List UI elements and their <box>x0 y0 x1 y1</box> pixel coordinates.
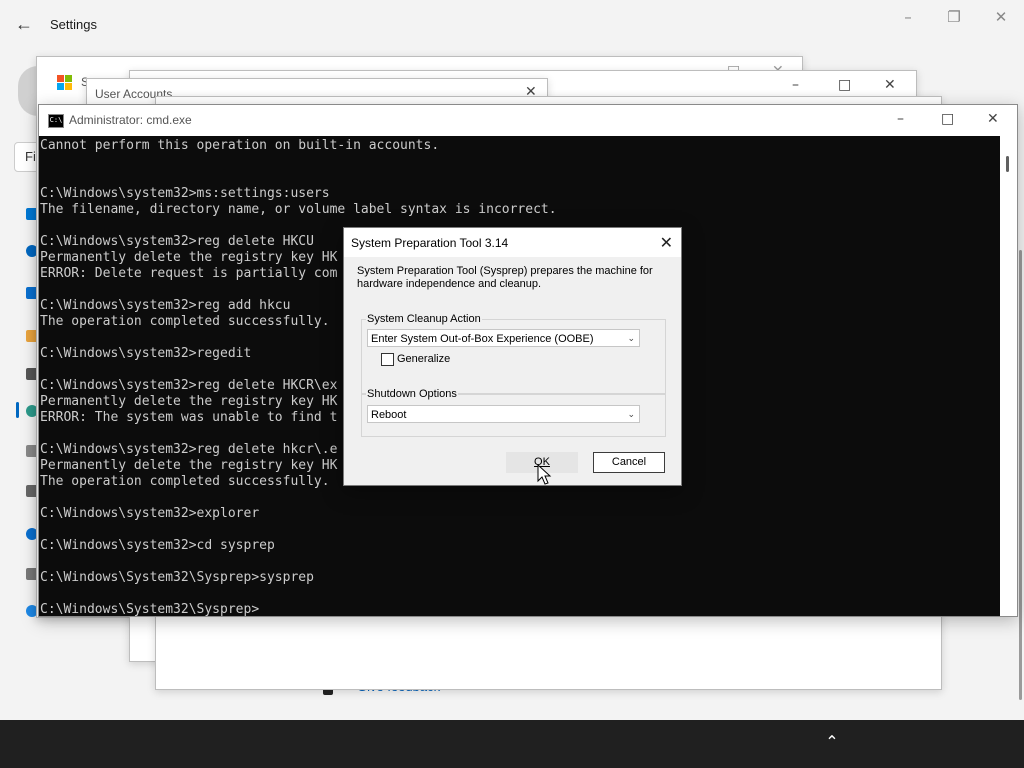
close-icon[interactable]: ✕ <box>884 77 896 93</box>
cmd-titlebar[interactable]: C:\ Administrator: cmd.exe – □ ✕ <box>39 105 1017 135</box>
cleanup-action-label: System Cleanup Action <box>366 313 482 325</box>
cleanup-action-select[interactable]: Enter System Out-of-Box Experience (OOBE… <box>367 329 640 347</box>
close-icon[interactable]: ✕ <box>660 233 673 252</box>
cancel-button[interactable]: Cancel <box>593 452 665 473</box>
windows-logo-icon <box>57 75 73 91</box>
cmd-title: Administrator: cmd.exe <box>69 113 192 127</box>
maximize-icon[interactable]: □ <box>838 77 851 93</box>
taskbar: ⌃ <box>0 720 1024 768</box>
maximize-icon[interactable]: □ <box>941 111 954 127</box>
sysprep-dialog: System Preparation Tool 3.14 ✕ System Pr… <box>343 227 682 486</box>
chevron-down-icon: ⌄ <box>627 410 635 420</box>
minimize-icon[interactable]: – <box>897 111 904 127</box>
dialog-title: System Preparation Tool 3.14 <box>351 236 509 250</box>
mouse-cursor-icon <box>537 463 552 485</box>
close-icon[interactable]: ✕ <box>987 111 999 127</box>
dialog-description: System Preparation Tool (Sysprep) prepar… <box>357 265 653 290</box>
dialog-titlebar[interactable]: System Preparation Tool 3.14 ✕ <box>344 228 681 257</box>
restore-icon[interactable]: ❐ <box>931 6 977 28</box>
cleanup-action-value: Enter System Out-of-Box Experience (OOBE… <box>371 333 594 345</box>
generalize-label[interactable]: Generalize <box>397 353 450 365</box>
minimize-icon[interactable]: – <box>792 77 799 93</box>
settings-scrollbar[interactable] <box>1019 250 1022 700</box>
chevron-down-icon: ⌄ <box>627 334 635 344</box>
settings-title: Settings <box>50 17 97 32</box>
shutdown-options-label: Shutdown Options <box>366 388 458 400</box>
close-icon[interactable]: ✕ <box>978 6 1024 28</box>
scroll-thumb[interactable] <box>1006 156 1009 172</box>
generalize-checkbox[interactable] <box>381 353 394 366</box>
console-scrollbar[interactable] <box>1000 136 1016 616</box>
back-arrow-icon[interactable]: ← <box>12 12 36 36</box>
chevron-up-icon[interactable]: ⌃ <box>820 730 844 754</box>
shutdown-options-value: Reboot <box>371 409 407 421</box>
cmd-icon: C:\ <box>48 114 64 128</box>
minimize-icon[interactable]: – <box>885 6 931 28</box>
selected-indicator <box>16 402 19 418</box>
shutdown-options-select[interactable]: Reboot ⌄ <box>367 405 640 423</box>
